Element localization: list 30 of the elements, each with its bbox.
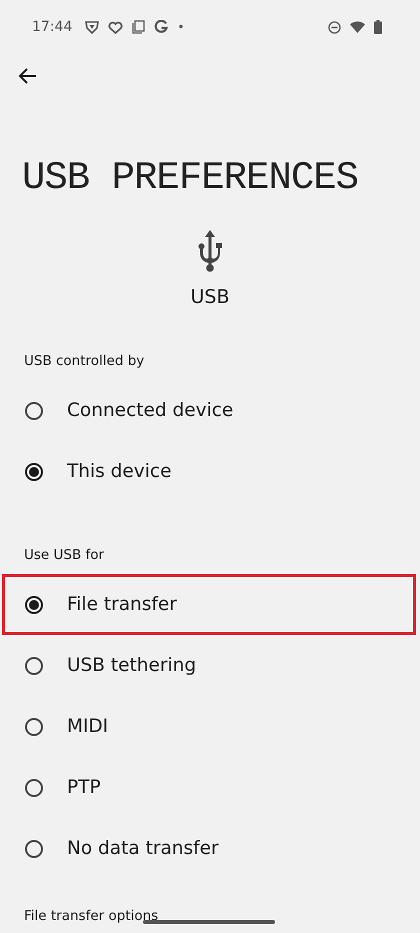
radio-button[interactable] bbox=[25, 656, 43, 674]
section-title: Use USB for bbox=[24, 546, 104, 564]
arrow-icon bbox=[18, 66, 38, 86]
battery-icon bbox=[374, 20, 382, 34]
option-label: File transfer bbox=[67, 594, 177, 615]
radio-button[interactable] bbox=[25, 718, 43, 736]
do-not-disturb-icon bbox=[328, 20, 341, 34]
g-letter-icon bbox=[154, 20, 168, 34]
radio-button[interactable] bbox=[25, 840, 43, 858]
option-label: USB tethering bbox=[67, 655, 196, 676]
radio-button[interactable] bbox=[25, 402, 43, 420]
usb-icon bbox=[198, 230, 222, 272]
status-time: 17:44 bbox=[32, 19, 72, 35]
option-label: No data transfer bbox=[67, 838, 219, 859]
radio-button[interactable] bbox=[25, 778, 43, 796]
option-label: PTP bbox=[67, 777, 101, 798]
radio-button[interactable] bbox=[25, 462, 43, 480]
usb-label: USB bbox=[190, 286, 230, 308]
copy-icon bbox=[132, 20, 146, 34]
wifi-icon bbox=[350, 21, 365, 33]
radio-button[interactable] bbox=[25, 596, 43, 614]
option-label: MIDI bbox=[67, 716, 108, 737]
option-label: This device bbox=[67, 461, 172, 482]
notification-dot: • bbox=[177, 20, 184, 34]
hearts-icon bbox=[108, 20, 124, 34]
shield-icon bbox=[85, 20, 100, 34]
option-label: Connected device bbox=[67, 400, 234, 421]
section-title: File transfer options bbox=[24, 907, 158, 925]
page-title: USB PREFERENCES bbox=[22, 156, 360, 200]
section-title: USB controlled by bbox=[24, 352, 144, 370]
